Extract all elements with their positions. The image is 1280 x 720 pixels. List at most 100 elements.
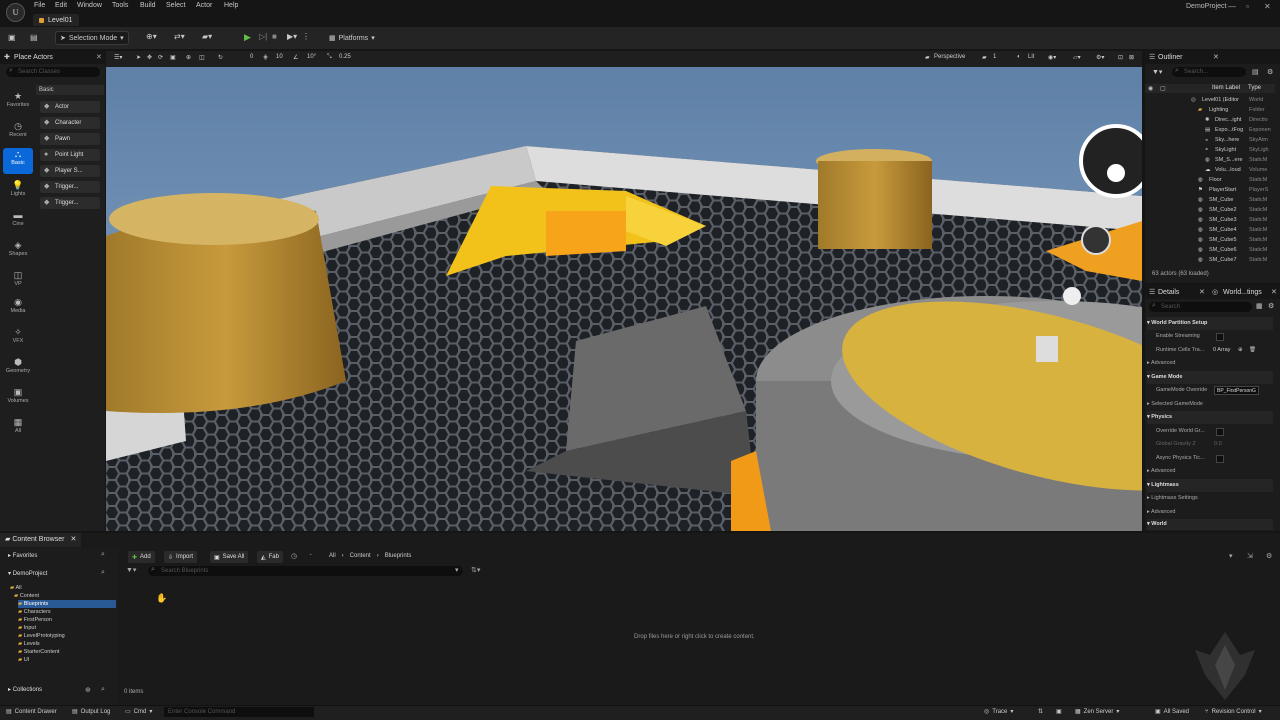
view-options-icon[interactable]: ▦ [1256, 302, 1263, 310]
enable-streaming-checkbox[interactable] [1216, 333, 1224, 341]
dock-icon[interactable]: ⇲ [1247, 552, 1253, 560]
play-icon[interactable]: ▶ [244, 32, 251, 43]
camera-speed-icon[interactable]: ▰ [982, 54, 987, 61]
section-world-partition[interactable]: ▾ World Partition Setup [1147, 317, 1273, 330]
section-world[interactable]: ▾ World [1147, 519, 1273, 530]
outliner-row[interactable]: ◓ SkyLight SkyLigh [1145, 145, 1275, 155]
subsection-advanced[interactable]: ▸ Advanced [1147, 465, 1273, 478]
scale-snap-value[interactable]: 0.25 [339, 54, 351, 60]
search-classes-input[interactable]: Search Classes [6, 67, 100, 77]
details-search-input[interactable]: Search [1149, 302, 1252, 312]
tree-item-startercontent[interactable]: ▰ StarterContent [18, 648, 60, 656]
search-icon[interactable]: ⌕ [101, 569, 105, 577]
more-options-icon[interactable]: ⋮ [302, 32, 310, 41]
type-header[interactable]: Type [1248, 85, 1261, 91]
rotation-snap-icon[interactable]: ∠ [293, 54, 298, 61]
category-lights[interactable]: 💡 Lights [3, 179, 33, 205]
hamburger-icon[interactable]: ☰▾ [114, 54, 122, 61]
chevron-down-icon[interactable]: ▾ [455, 566, 459, 574]
actor-item[interactable]: ◆ Pawn [40, 133, 100, 145]
category-recent[interactable]: ◷ Recent [3, 120, 33, 146]
actor-item[interactable]: ◆ Actor [40, 101, 100, 113]
add-button[interactable]: ✚ Add [128, 551, 155, 563]
breadcrumb-all[interactable]: All [329, 553, 336, 559]
revision-control-dropdown[interactable]: ⑂ Revision Control ▾ [1205, 708, 1262, 716]
chevron-down-icon[interactable]: ▾ [1229, 552, 1233, 560]
close-tab-icon[interactable]: ✕ [1213, 53, 1219, 61]
camera-icon[interactable]: ▰ [925, 54, 930, 61]
unreal-logo-icon[interactable]: U [6, 3, 25, 22]
category-volumes[interactable]: ▣ Volumes [3, 386, 33, 412]
cmd-dropdown[interactable]: ▭ Cmd ▾ [125, 708, 152, 716]
outliner-row[interactable]: ◍ SM_Cube2 StaticM [1145, 205, 1275, 215]
menu-help[interactable]: Help [224, 2, 238, 9]
category-favorites[interactable]: ★ Favorites [3, 90, 33, 116]
category-all[interactable]: ▦ All [3, 416, 33, 442]
outliner-row[interactable]: ◍ SM_Cube4 StaticM [1145, 225, 1275, 235]
tree-item-firstperson[interactable]: ▰ FirstPerson [18, 616, 52, 624]
settings-icon[interactable]: ⚙ [1267, 68, 1273, 76]
outliner-row[interactable]: ◍ SM_Cube5 StaticM [1145, 235, 1275, 245]
trash-icon[interactable]: 🗑 [1249, 344, 1256, 357]
category-shapes[interactable]: ◈ Shapes [3, 239, 33, 265]
subsection-lightmass-settings[interactable]: ▸ Lightmass Settings [1147, 492, 1273, 505]
sort-icon[interactable]: ⇅▾ [471, 566, 480, 574]
actor-item[interactable]: ◆ Player S... [40, 165, 100, 177]
category-cine[interactable]: ▬ Cine [3, 209, 33, 235]
section-lightmass[interactable]: ▾ Lightmass [1147, 479, 1273, 492]
tree-item-blueprints[interactable]: ▰ Blueprints [18, 600, 116, 608]
stop-icon[interactable]: ■ [272, 32, 277, 41]
section-physics[interactable]: ▾ Physics [1147, 411, 1273, 424]
perspective-dropdown[interactable]: Perspective [934, 54, 965, 60]
forward-icon[interactable]: ◔ [308, 552, 312, 559]
actor-item[interactable]: ◆ Character [40, 117, 100, 129]
add-filter-icon[interactable]: ▤ [1252, 68, 1259, 76]
selection-mode-dropdown[interactable]: ➤ Selection Mode ▾ [55, 31, 129, 45]
category-media[interactable]: ◉ Media [3, 296, 33, 322]
tree-item-all[interactable]: ▰ All [10, 584, 22, 592]
save-icon[interactable]: ▣ [8, 33, 16, 42]
section-game-mode[interactable]: ▾ Game Mode [1147, 371, 1273, 384]
filter-icon[interactable]: ▼▾ [1152, 68, 1162, 76]
settings-icon[interactable]: ⚙▾ [1096, 54, 1104, 61]
outliner-row[interactable]: ◍ SM_Cube7 StaticM [1145, 255, 1275, 265]
minimize-icon[interactable]: — [1228, 2, 1236, 11]
grid-snap-value[interactable]: 10 [276, 54, 283, 60]
content-icon[interactable]: ▤ [30, 33, 38, 42]
category-geometry[interactable]: ⬢ Geometry [3, 356, 33, 382]
step-icon[interactable]: ▷| [259, 32, 267, 41]
lit-dropdown[interactable]: Lit [1028, 54, 1034, 60]
tree-item-content[interactable]: ▰ Content [14, 592, 39, 600]
tree-item-characters[interactable]: ▰ Characters [18, 608, 51, 616]
breadcrumb-blueprints[interactable]: Blueprints [385, 553, 412, 559]
outliner-tab[interactable]: Outliner ☰ ✕ [1145, 51, 1280, 64]
actor-item[interactable]: ◆ Trigger... [40, 197, 100, 209]
search-blueprints-input[interactable]: Search Blueprints [148, 566, 463, 576]
subsection-advanced[interactable]: ▸ Advanced [1147, 506, 1273, 519]
outliner-row[interactable]: ◍ SM_Cube StaticM [1145, 195, 1275, 205]
outliner-row[interactable]: ◎ Level01 (Editor World [1145, 95, 1275, 105]
layout-icon[interactable]: ⊡ [1118, 54, 1123, 61]
surface-snap-icon[interactable]: ◫ [199, 54, 205, 61]
close-tab-icon[interactable]: ✕ [1199, 288, 1205, 296]
rotate-tool-icon[interactable]: ⟳ [158, 54, 163, 61]
lit-icon[interactable]: ◐ [1017, 54, 1021, 60]
override-gravity-checkbox[interactable] [1216, 428, 1224, 436]
fab-button[interactable]: ◭ Fab [257, 551, 283, 563]
search-icon[interactable]: ⌕ [101, 686, 105, 694]
menu-file[interactable]: File [34, 2, 45, 9]
favorites-header[interactable]: ▸ Favorites [8, 552, 37, 559]
details-tab[interactable]: Details [1158, 289, 1179, 296]
add-element-icon[interactable]: ⊕ [1238, 344, 1243, 357]
scale-tool-icon[interactable]: ▣ [170, 54, 176, 61]
world-settings-tab[interactable]: World...tings [1223, 289, 1262, 296]
subsection-advanced[interactable]: ▸ Advanced [1147, 357, 1273, 370]
outliner-row[interactable]: ◍ Floor StaticM [1145, 175, 1275, 185]
close-icon[interactable]: ✕ [1264, 2, 1271, 11]
tree-item-ui[interactable]: ▰ UI [18, 656, 29, 664]
add-actor-icon[interactable]: ⊕▾ [146, 32, 157, 41]
console-input[interactable]: Enter Console Command [164, 707, 314, 717]
settings-icon[interactable]: ⚙ [1268, 302, 1274, 310]
scale-snap-icon[interactable]: ⤡ [327, 54, 332, 61]
settings-icon[interactable]: ⚙ [1266, 552, 1272, 560]
